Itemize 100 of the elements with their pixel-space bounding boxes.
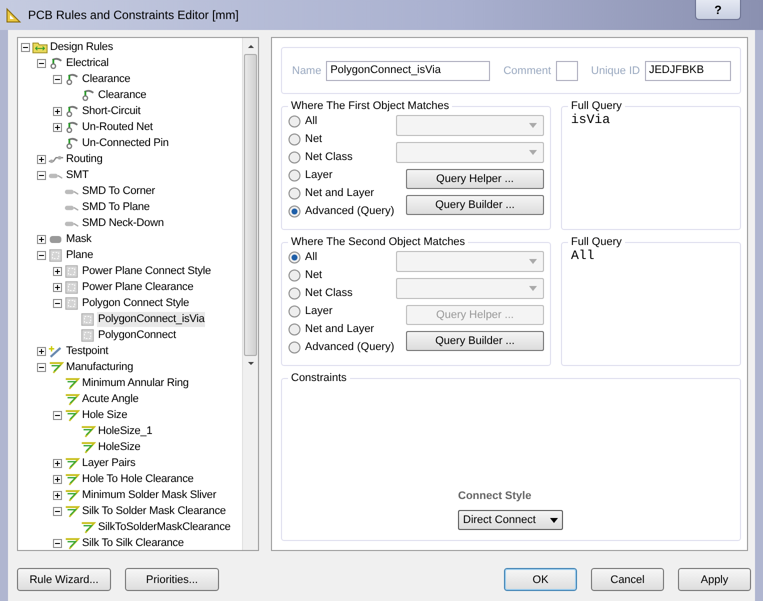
radio-button[interactable] [288, 132, 301, 146]
radio-option[interactable]: Net and Layer [288, 184, 394, 202]
radio-option[interactable]: Advanced (Query) [288, 338, 394, 356]
radio-button[interactable] [288, 168, 301, 182]
radio-option[interactable]: All [288, 248, 394, 266]
tree-item[interactable]: Manufacturing [65, 360, 134, 374]
connect-style-label: Connect Style [458, 490, 532, 502]
electrical-rule-icon [64, 136, 80, 150]
query-text: isVia [570, 112, 610, 127]
radio-button[interactable] [288, 286, 301, 300]
radio-button[interactable] [288, 340, 301, 354]
expand-toggle[interactable] [37, 346, 46, 356]
comment-field[interactable] [556, 60, 578, 80]
tree-item[interactable]: SilkToSolderMaskClearance [97, 520, 232, 534]
radio-button[interactable] [288, 186, 301, 200]
tree-item[interactable]: HoleSize [97, 440, 142, 454]
expand-toggle[interactable] [37, 250, 46, 260]
help-button[interactable]: ? [695, 0, 741, 20]
tree-item[interactable]: PolygonConnect_isVia [97, 312, 206, 326]
radio-option[interactable]: All [288, 112, 394, 130]
expand-toggle[interactable] [37, 362, 46, 372]
tree-item[interactable]: Design Rules [49, 40, 114, 54]
footer-button[interactable]: Rule Wizard... [17, 568, 111, 591]
radio-button[interactable] [288, 204, 301, 218]
tree-item[interactable]: SMD To Plane [81, 200, 151, 214]
expand-toggle[interactable] [53, 490, 62, 500]
tree-item[interactable]: Silk To Solder Mask Clearance [81, 504, 227, 518]
footer-button[interactable]: Priorities... [125, 568, 219, 591]
tree-item[interactable]: Short-Circuit [81, 104, 142, 118]
radio-option[interactable]: Layer [288, 166, 394, 184]
tree-item[interactable]: Mask [65, 232, 92, 246]
dialog-button[interactable]: Cancel [591, 568, 664, 591]
tree-item[interactable]: Testpoint [65, 344, 110, 358]
query-button[interactable]: Query Builder ... [406, 331, 544, 351]
radio-option[interactable]: Advanced (Query) [288, 202, 394, 220]
radio-option[interactable]: Net Class [288, 284, 394, 302]
radio-option[interactable]: Net Class [288, 148, 394, 166]
radio-button[interactable] [288, 268, 301, 282]
radio-option[interactable]: Net [288, 266, 394, 284]
tree-item[interactable]: Un-Connected Pin [81, 136, 170, 150]
tree-item[interactable]: Un-Routed Net [81, 120, 154, 134]
radio-button[interactable] [288, 114, 301, 128]
expand-toggle[interactable] [21, 42, 30, 52]
expand-toggle[interactable] [53, 410, 62, 420]
query-button[interactable]: Query Helper ... [406, 169, 544, 189]
expand-toggle[interactable] [53, 474, 62, 484]
radio-option[interactable]: Layer [288, 302, 394, 320]
expand-toggle[interactable] [53, 282, 62, 292]
expand-toggle[interactable] [37, 58, 46, 68]
app-icon [6, 7, 22, 23]
dialog-button[interactable]: OK [504, 568, 577, 591]
expand-toggle[interactable] [53, 106, 62, 116]
tree-item[interactable]: Electrical [65, 56, 110, 70]
scroll-down-icon[interactable] [246, 361, 256, 367]
expand-toggle[interactable] [53, 122, 62, 132]
electrical-rule-icon [64, 72, 80, 86]
radio-button[interactable] [288, 322, 301, 336]
expand-toggle[interactable] [37, 234, 46, 244]
connect-style-dropdown[interactable]: Direct Connect [458, 510, 563, 530]
expand-toggle[interactable] [53, 506, 62, 516]
manufacturing-rule-icon [80, 424, 96, 438]
expand-toggle[interactable] [53, 74, 62, 84]
unique-id-field[interactable]: JEDJFBKB [644, 60, 731, 80]
testpoint-probe-icon [48, 344, 64, 358]
tree-item[interactable]: Hole To Hole Clearance [81, 472, 195, 486]
tree-item[interactable]: Minimum Annular Ring [81, 376, 190, 390]
tree-item[interactable]: SMT [65, 168, 90, 182]
name-field[interactable]: PolygonConnect_isVia [326, 60, 490, 80]
tree-item[interactable]: Clearance [97, 88, 148, 102]
tree-item[interactable]: Routing [65, 152, 104, 166]
expand-toggle[interactable] [53, 458, 62, 468]
tree-item[interactable]: PolygonConnect [97, 328, 177, 342]
tree-item[interactable]: Minimum Solder Mask Sliver [81, 488, 218, 502]
tree-item[interactable]: Silk To Silk Clearance [81, 536, 185, 550]
expand-toggle[interactable] [53, 298, 62, 308]
radio-button[interactable] [288, 150, 301, 164]
tree-item[interactable]: Layer Pairs [81, 456, 136, 470]
scrollbar[interactable] [242, 38, 258, 550]
expand-toggle[interactable] [37, 154, 46, 164]
radio-option[interactable]: Net [288, 130, 394, 148]
tree-item[interactable]: Power Plane Connect Style [81, 264, 212, 278]
tree-item[interactable]: Clearance [81, 72, 132, 86]
expand-toggle[interactable] [53, 538, 62, 548]
tree-item[interactable]: SMD Neck-Down [81, 216, 165, 230]
radio-button[interactable] [288, 250, 301, 264]
tree-item[interactable]: Power Plane Clearance [81, 280, 194, 294]
radio-option[interactable]: Net and Layer [288, 320, 394, 338]
tree-item[interactable]: Plane [65, 248, 94, 262]
scroll-up-icon[interactable] [246, 43, 256, 49]
expand-toggle[interactable] [53, 266, 62, 276]
tree-item[interactable]: Polygon Connect Style [81, 296, 190, 310]
expand-toggle[interactable] [37, 170, 46, 180]
manufacturing-rule-icon [64, 456, 80, 470]
query-button[interactable]: Query Builder ... [406, 195, 544, 215]
tree-item[interactable]: Hole Size [81, 408, 128, 422]
radio-button[interactable] [288, 304, 301, 318]
tree-item[interactable]: SMD To Corner [81, 184, 156, 198]
tree-item[interactable]: Acute Angle [81, 392, 140, 406]
tree-item[interactable]: HoleSize_1 [97, 424, 154, 438]
dialog-button[interactable]: Apply [678, 568, 751, 591]
